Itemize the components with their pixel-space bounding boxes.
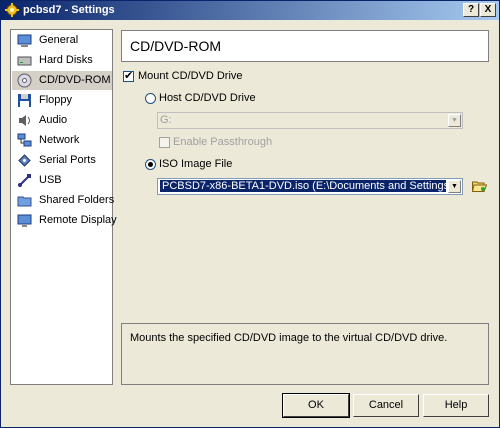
- title-bar[interactable]: pcbsd7 - Settings ? X: [1, 1, 499, 20]
- mount-drive-label: Mount CD/DVD Drive: [138, 70, 243, 82]
- help-title-button[interactable]: ?: [463, 3, 479, 17]
- page-title: CD/DVD-ROM: [121, 30, 489, 62]
- passthrough-checkbox[interactable]: [159, 137, 170, 148]
- serial-ports-icon: [18, 154, 31, 167]
- window-title: pcbsd7 - Settings: [23, 4, 115, 16]
- sidebar-item-serial-ports[interactable]: Serial Ports: [12, 151, 112, 170]
- sidebar-item-label: Hard Disks: [39, 54, 93, 66]
- sidebar-item-remote-display[interactable]: Remote Display: [12, 211, 117, 230]
- settings-sidebar: General Hard Disks CD/DVD-ROM Floppy Aud…: [10, 29, 117, 385]
- chevron-down-icon[interactable]: ▼: [448, 114, 461, 127]
- help-button[interactable]: Help: [423, 394, 489, 417]
- iso-image-value: PCBSD7-x86-BETA1-DVD.iso (E:\Documents a…: [160, 180, 446, 193]
- ok-button[interactable]: OK: [282, 393, 350, 418]
- description-panel: Mounts the specified CD/DVD image to the…: [121, 323, 489, 385]
- audio-icon: [19, 115, 30, 126]
- iso-image-select[interactable]: PCBSD7-x86-BETA1-DVD.iso (E:\Documents a…: [157, 178, 463, 195]
- sidebar-item-network[interactable]: Network: [12, 131, 112, 150]
- sidebar-item-label: Shared Folders: [39, 194, 115, 206]
- floppy-icon: [18, 94, 31, 107]
- radio-dot-icon: [148, 162, 153, 167]
- sidebar-item-audio[interactable]: Audio: [12, 111, 112, 130]
- sidebar-item-label: USB: [39, 174, 62, 186]
- cd-dvd-icon: [17, 73, 32, 88]
- sidebar-item-usb[interactable]: USB: [12, 171, 112, 190]
- close-title-button[interactable]: X: [480, 3, 496, 17]
- sidebar-item-hard-disks[interactable]: Hard Disks: [12, 51, 112, 70]
- sidebar-item-general[interactable]: General: [12, 31, 112, 50]
- sidebar-item-label: CD/DVD-ROM: [39, 74, 111, 86]
- iso-image-radio[interactable]: [145, 159, 156, 170]
- shared-folders-icon: [17, 196, 32, 207]
- sidebar-item-shared-folders[interactable]: Shared Folders: [12, 191, 115, 210]
- gear-icon: [5, 3, 19, 17]
- open-folder-icon[interactable]: [472, 180, 487, 193]
- description-text: Mounts the specified CD/DVD image to the…: [130, 332, 448, 344]
- host-drive-select[interactable]: G: ▼: [157, 112, 463, 129]
- cancel-button[interactable]: Cancel: [353, 394, 419, 417]
- hard-disks-icon: [17, 56, 32, 66]
- mount-drive-checkbox[interactable]: ✔: [123, 70, 134, 82]
- sidebar-item-label: Remote Display: [39, 214, 117, 226]
- host-drive-value: G:: [160, 114, 172, 126]
- sidebar-item-label: Audio: [39, 114, 68, 126]
- network-icon: [17, 133, 32, 147]
- sidebar-item-label: General: [39, 34, 79, 46]
- sidebar-item-label: Floppy: [39, 94, 73, 106]
- settings-window: pcbsd7 - Settings ? X General Hard Disks…: [0, 0, 500, 428]
- sidebar-item-floppy[interactable]: Floppy: [12, 91, 112, 110]
- chevron-down-icon[interactable]: ▼: [448, 180, 461, 193]
- host-drive-label: Host CD/DVD Drive: [159, 92, 256, 104]
- checkmark-icon: ✔: [124, 70, 134, 82]
- usb-icon: [18, 174, 31, 187]
- sidebar-item-cd-dvd-rom[interactable]: CD/DVD-ROM: [12, 71, 112, 90]
- host-drive-radio[interactable]: [145, 93, 156, 104]
- sidebar-item-label: Network: [39, 134, 80, 146]
- remote-display-icon: [17, 214, 32, 227]
- iso-image-label: ISO Image File: [159, 158, 233, 170]
- passthrough-label: Enable Passthrough: [173, 136, 273, 148]
- sidebar-item-label: Serial Ports: [39, 154, 96, 166]
- general-icon: [17, 34, 32, 47]
